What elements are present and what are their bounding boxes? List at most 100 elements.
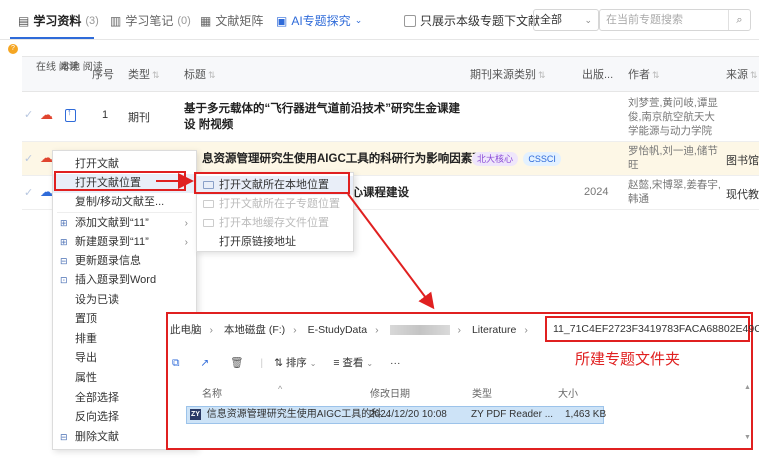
menu-label: 添加文献到“11” <box>75 217 149 229</box>
menu-label: 属性 <box>75 372 97 384</box>
col-label: 类型 <box>128 69 150 81</box>
col-name[interactable]: 名称 <box>202 386 222 404</box>
row-type: 期刊 <box>128 112 150 124</box>
file-explorer-window: 此电脑 › 本地磁盘 (F:) › E-StudyData › › Literatur… <box>166 312 759 450</box>
current-folder[interactable]: 11_71C4EF2723F3419783FACA68802E49C1 <box>545 316 759 342</box>
breadcrumb-item[interactable]: 本地磁盘 (F:) <box>224 324 285 336</box>
notes-icon: ▥ <box>110 13 122 28</box>
sort-icon: ⇅ <box>538 70 546 80</box>
search-icon[interactable]: ⌕ <box>728 10 750 30</box>
explorer-toolbar: ⧉ ↗ 🗑 | ⇅ 排序 ⌄ ≡ 查看 ⌄ ··· <box>170 350 400 376</box>
delete-icon: ⊟ <box>60 432 68 442</box>
row-author: 赵懿,宋博翠,姜春宇,韩通 <box>628 179 721 205</box>
tab-ai-topic-explore[interactable]: ▣ AI专题探究 ⌄ <box>276 12 362 29</box>
trash-icon[interactable]: 🗑 <box>230 357 243 369</box>
table-row[interactable]: ✓ ☁ 1 期刊 基于多元载体的“飞行器进气道前沿技术”研究生金课建设 附视频 … <box>22 92 759 142</box>
col-label: 序号 <box>92 69 114 81</box>
scroll-down-icon[interactable]: ▼ <box>744 434 751 441</box>
chevron-down-icon: ⌄ <box>354 15 363 25</box>
view-button[interactable]: ≡ 查看 ⌄ <box>333 357 373 369</box>
file-row-selected[interactable]: ZY 信息资源管理研究生使用AIGC工具的科... 2024/12/20 10:… <box>186 406 606 424</box>
sort-icon: ⇅ <box>208 70 216 80</box>
tab-count: (0) <box>177 14 191 27</box>
book-icon: ▤ <box>18 13 30 28</box>
chevron-right-icon: › <box>457 324 462 336</box>
highlight-box-menu <box>54 171 186 191</box>
menu-new-record[interactable]: ⊞ 新建题录到“11” › <box>53 233 196 252</box>
menu-label: 排重 <box>75 333 97 345</box>
pdf-file-icon: ZY <box>190 408 201 420</box>
col-type[interactable]: 类型 ⇅ <box>128 57 160 93</box>
word-icon: ⊡ <box>60 275 68 285</box>
col-size[interactable]: 大小 <box>558 386 578 404</box>
submenu-open-subtopic-location: 打开文献所在子专题位置 <box>197 195 353 214</box>
copy-icon[interactable]: ⧉ <box>172 357 180 369</box>
menu-insert-word[interactable]: ⊡ 插入题录到Word <box>53 271 196 290</box>
view-icon: ≡ <box>333 357 340 369</box>
submenu-open-original-link[interactable]: 打开原链接地址 <box>197 233 353 252</box>
menu-label: 复制/移动文献至... <box>75 196 165 208</box>
breadcrumb-item[interactable]: 此电脑 <box>170 324 202 336</box>
submenu-label: 打开本地缓存文件位置 <box>219 217 329 229</box>
row-title[interactable]: 基于多元载体的“飞行器进气道前沿技术”研究生金课建设 附视频 <box>184 101 464 133</box>
file-name: 信息资源管理研究生使用AIGC工具的科... <box>206 409 390 420</box>
col-source[interactable]: 来源 ⇅ <box>726 57 758 93</box>
tag-cssci: CSSCI <box>523 152 561 166</box>
menu-label: 打开文献 <box>75 158 119 170</box>
scroll-up-icon[interactable]: ▲ <box>744 384 751 391</box>
cloud-icon[interactable]: ☁ <box>40 107 53 123</box>
help-badge[interactable]: ? <box>8 44 18 54</box>
checkbox[interactable] <box>404 14 416 27</box>
sort-button[interactable]: ⇅ 排序 ⌄ <box>274 357 316 369</box>
table-header: 在线 阅读 本地 阅读 序号 类型 ⇅ 标题 ⇅ 期刊来源类别 ⇅ 出版... 作者 ⇅… <box>22 56 759 92</box>
row-title[interactable]: 息资源管理研究生使用AIGC工具的科研行为影响因素研究 <box>202 151 495 167</box>
menu-label: 置顶 <box>75 313 97 325</box>
col-title[interactable]: 标题 ⇅ <box>184 57 216 93</box>
breadcrumb: 此电脑 › 本地磁盘 (F:) › E-StudyData › › Literatur… <box>170 316 545 344</box>
col-index[interactable]: 序号 <box>92 57 114 93</box>
menu-label: 设为已读 <box>75 294 119 306</box>
menu-label: 更新题录信息 <box>75 255 141 267</box>
col-author[interactable]: 作者 ⇅ <box>628 57 660 93</box>
chevron-right-icon: › <box>209 324 214 336</box>
col-year[interactable]: 出版... <box>582 57 613 93</box>
local-doc-icon[interactable] <box>65 107 76 122</box>
share-icon[interactable]: ↗ <box>200 357 209 369</box>
col-type[interactable]: 类型 <box>472 386 492 404</box>
menu-label: 新建题录到“11” <box>75 236 149 248</box>
col-date[interactable]: 修改日期 <box>370 386 410 404</box>
file-list-header: 名称 ^ 修改日期 类型 大小 <box>170 384 750 404</box>
only-current-level-filter[interactable]: 只展示本级专题下文献 <box>404 12 540 29</box>
col-journal-type[interactable]: 期刊来源类别 ⇅ <box>470 57 546 93</box>
scrollbar[interactable]: ▲ ▼ <box>744 384 751 444</box>
arrow-to-explorer <box>347 193 435 310</box>
breadcrumb-item[interactable]: Literature <box>472 324 516 336</box>
tab-literature-matrix[interactable]: ▦ 文献矩阵 <box>200 12 263 29</box>
plus-icon: ⊞ <box>60 218 68 228</box>
check-icon: ✓ <box>24 153 34 165</box>
chevron-right-icon: › <box>184 237 188 248</box>
menu-add-literature[interactable]: ⊞ 添加文献到“11” › <box>53 214 196 233</box>
menu-label: 导出 <box>75 352 97 364</box>
select-value: 全部 <box>540 14 562 26</box>
menu-copy-move[interactable]: 复制/移动文献至... <box>53 193 196 212</box>
annotation-label: 所建专题文件夹 <box>575 351 681 368</box>
more-button[interactable]: ··· <box>390 357 401 369</box>
menu-label: 反向选择 <box>75 411 119 423</box>
search-input[interactable]: 在当前专题搜索 ⌕ <box>599 9 751 31</box>
menu-mark-read[interactable]: 设为已读 <box>53 291 196 310</box>
tab-study-notes[interactable]: ▥ 学习笔记 (0) <box>110 12 191 29</box>
submenu-open-cache-location: 打开本地缓存文件位置 <box>197 214 353 233</box>
menu-label: 全部选择 <box>75 392 119 404</box>
file-date: 2024/12/20 10:08 <box>369 409 447 420</box>
menu-update-record[interactable]: ⊟ 更新题录信息 <box>53 252 196 271</box>
tab-study-materials[interactable]: ▤ 学习资料 (3) <box>18 12 99 29</box>
category-select[interactable]: 全部 ⌄ <box>533 9 599 31</box>
folder-icon <box>203 219 214 227</box>
col-label: 期刊来源类别 <box>470 69 536 81</box>
breadcrumb-item[interactable]: E-StudyData <box>308 324 368 336</box>
highlight-box-submenu <box>194 172 350 194</box>
chevron-right-icon: › <box>375 324 379 336</box>
file-type: ZY PDF Reader ... <box>471 409 554 420</box>
tab-label: 文献矩阵 <box>215 14 264 28</box>
